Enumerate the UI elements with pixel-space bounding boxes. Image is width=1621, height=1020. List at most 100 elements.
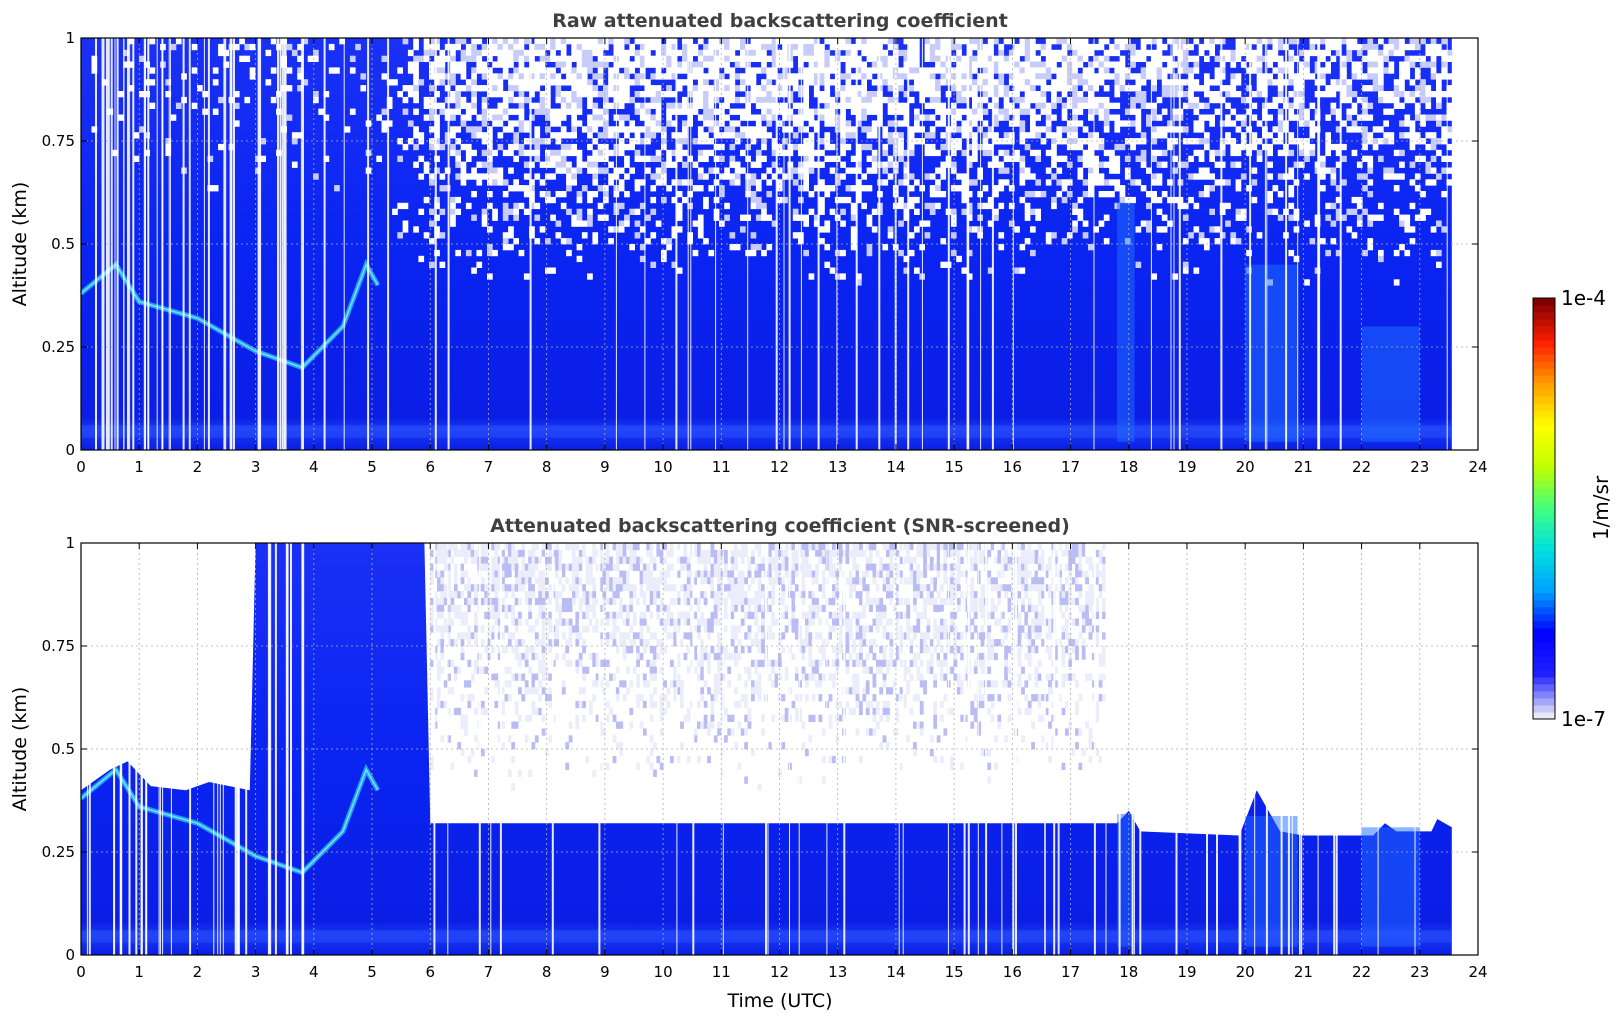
heatmap-cell xyxy=(487,114,493,121)
heatmap-cell xyxy=(1082,155,1089,162)
heatmap-cell xyxy=(845,85,852,92)
heatmap-cell xyxy=(1198,149,1205,157)
heatmap-cell xyxy=(1441,55,1447,62)
heatmap-cell xyxy=(381,73,388,80)
heatmap-cell xyxy=(1188,102,1194,109)
heatmap-cell xyxy=(734,38,741,45)
heatmap-cell xyxy=(940,73,947,80)
heatmap-cell xyxy=(592,114,599,121)
heatmap-cell xyxy=(539,55,546,62)
heatmap-cell xyxy=(413,132,419,139)
heatmap-cell xyxy=(465,43,472,51)
heatmap-cell xyxy=(555,43,562,51)
heatmap-cell xyxy=(803,167,809,174)
heatmap-cell xyxy=(1161,132,1168,139)
heatmap-cell xyxy=(453,591,458,599)
heatmap-cell xyxy=(1367,132,1374,139)
heatmap-cell xyxy=(622,632,627,640)
heatmap-cell xyxy=(524,570,529,578)
heatmap-cell xyxy=(1341,38,1347,45)
heatmap-cell xyxy=(1082,232,1089,239)
heatmap-cell xyxy=(1019,167,1026,174)
heatmap-cell xyxy=(1167,38,1173,45)
heatmap-cell xyxy=(1014,155,1020,162)
heatmap-cell xyxy=(782,196,788,204)
heatmap-cell xyxy=(455,149,461,157)
heatmap-cell xyxy=(1172,79,1179,86)
heatmap-cell xyxy=(1383,173,1389,180)
heatmap-cell xyxy=(524,549,529,558)
heatmap-cell xyxy=(1130,143,1136,151)
heatmap-cell xyxy=(541,549,546,558)
heatmap-cell xyxy=(661,55,667,62)
heatmap-cell xyxy=(407,67,414,74)
heatmap-cell xyxy=(782,149,788,157)
heatmap-cell xyxy=(829,143,836,151)
heatmap-cell xyxy=(487,91,493,98)
heatmap-cell xyxy=(940,132,947,139)
heatmap-cell xyxy=(956,96,962,104)
heatmap-cell xyxy=(484,549,489,558)
heatmap-cell xyxy=(1051,149,1057,157)
heatmap-cell xyxy=(560,96,567,104)
heatmap-cell xyxy=(1367,179,1374,186)
heatmap-cell xyxy=(484,591,489,599)
heatmap-cell xyxy=(761,61,767,68)
heatmap-cell xyxy=(750,196,757,204)
heatmap-cell xyxy=(1066,102,1073,109)
heatmap-cell xyxy=(703,238,709,245)
heatmap-cell xyxy=(440,556,445,564)
heatmap-cell xyxy=(636,639,640,647)
heatmap-cell xyxy=(1346,43,1353,51)
heatmap-cell xyxy=(993,102,999,109)
heatmap-cell xyxy=(349,67,356,74)
heatmap-cell xyxy=(558,611,563,619)
heatmap-cell xyxy=(491,680,495,688)
heatmap-cell xyxy=(1156,73,1163,80)
heatmap-cell xyxy=(480,639,485,647)
heatmap-cell xyxy=(1351,126,1358,133)
heatmap-cell xyxy=(497,61,504,68)
heatmap-cell xyxy=(829,208,836,215)
heatmap-cell xyxy=(465,114,472,121)
heatmap-cell xyxy=(1088,185,1094,192)
heatmap-cell xyxy=(1235,214,1242,221)
heatmap-cell xyxy=(1304,114,1310,121)
heatmap-cell xyxy=(1309,120,1316,127)
heatmap-cell xyxy=(572,625,576,633)
heatmap-cell xyxy=(541,652,546,661)
heatmap-cell xyxy=(592,591,597,599)
heatmap-cell xyxy=(724,102,730,109)
heatmap-cell xyxy=(592,549,597,558)
heatmap-cell xyxy=(808,61,815,68)
heatmap-cell xyxy=(1172,155,1179,162)
heatmap-cell xyxy=(597,38,604,45)
heatmap-cell xyxy=(531,687,536,695)
heatmap-cell xyxy=(1051,102,1057,109)
heatmap-cell xyxy=(935,79,941,86)
heatmap-cell xyxy=(792,167,799,174)
heatmap-cell xyxy=(1383,120,1389,127)
heatmap-cell xyxy=(460,556,465,564)
heatmap-cell xyxy=(1003,38,1010,45)
heatmap-cell xyxy=(582,714,586,722)
heatmap-cell xyxy=(566,208,572,215)
heatmap-cell xyxy=(1061,155,1068,162)
heatmap-cell xyxy=(935,96,941,104)
heatmap-cell xyxy=(740,73,746,80)
heatmap-cell xyxy=(492,91,498,98)
heatmap-cell xyxy=(993,55,999,62)
heatmap-cell xyxy=(850,108,857,115)
heatmap-cell xyxy=(829,108,836,115)
heatmap-cell xyxy=(608,161,614,168)
heatmap-cell xyxy=(565,762,570,770)
heatmap-cell xyxy=(481,132,488,139)
heatmap-cell xyxy=(703,49,709,57)
heatmap-cell xyxy=(439,73,446,80)
heatmap-cell xyxy=(1399,43,1405,51)
heatmap-cell xyxy=(1293,179,1300,186)
heatmap-cell xyxy=(534,563,539,571)
heatmap-cell xyxy=(882,132,889,139)
heatmap-cell xyxy=(1056,79,1063,86)
heatmap-cell xyxy=(572,549,576,558)
